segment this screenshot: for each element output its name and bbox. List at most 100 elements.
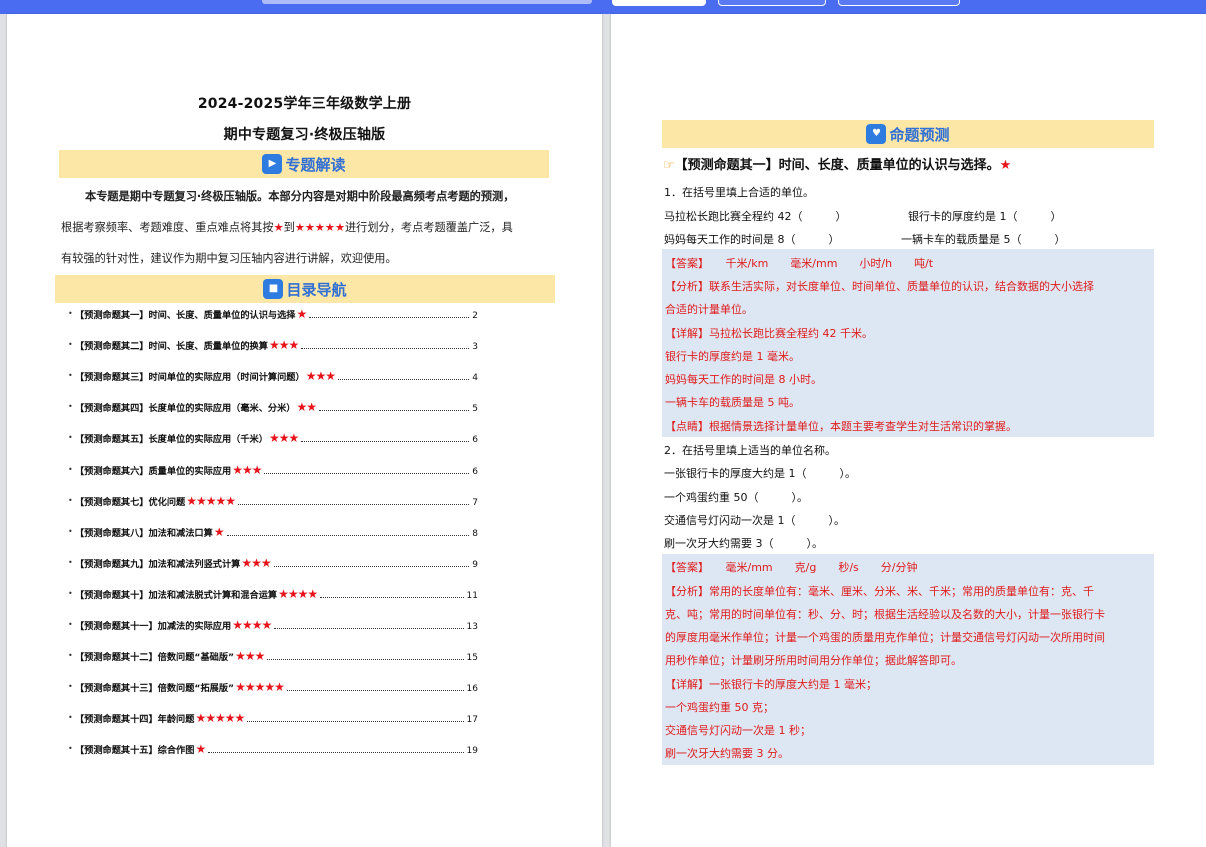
toc-entry[interactable]: • 【预测命题其三】时间单位的实际应用（时间计算问题） ★★★ 4	[68, 369, 478, 384]
toc-entry[interactable]: • 【预测命题其十一】加减法的实际应用 ★★★★ 13	[68, 618, 478, 632]
question-line: 妈妈每天工作的时间是 8（ ）	[664, 233, 840, 246]
banner-nav: ■ 目录导航	[55, 275, 555, 303]
question-line: 一个鸡蛋约重 50（ ）。	[664, 491, 808, 504]
analysis-line: 的厚度用毫米作单位；计量一个鸡蛋的质量用克作单位；计量交通信号灯闪动一次所用时间	[665, 631, 1105, 644]
toc-leader-dots	[264, 472, 470, 474]
bullet-icon: •	[68, 744, 73, 754]
toc-entry-stars: ★★★	[232, 462, 262, 477]
toc-entry-page: 7	[472, 497, 478, 508]
intro-line: 根据考察频率、考题难度、重点难点将其按★到★★★★★进行划分，考点考题覆盖广泛，…	[61, 221, 513, 234]
toc-entry-label: 【预测命题其二】时间、长度、质量单位的换算	[75, 341, 268, 353]
toc-entry-page: 13	[466, 622, 478, 632]
toc-entry-label: 【预测命题其八】加法和减法口算	[75, 527, 213, 539]
toc-entry[interactable]: • 【预测命题其八】加法和减法口算 ★ 8	[68, 524, 478, 539]
play-icon: ▶	[262, 154, 283, 174]
bullet-icon: •	[68, 713, 73, 723]
toc-entry-stars: ★★★★★	[235, 680, 285, 695]
detail-line: 银行卡的厚度约是 1 毫米。	[665, 350, 800, 363]
toc-entry-stars: ★★★	[241, 555, 271, 570]
toc-entry-stars: ★	[213, 524, 225, 539]
toc-entry[interactable]: • 【预测命题其十】加法和减法脱式计算和混合运算 ★★★★ 11	[68, 587, 478, 601]
toc-leader-dots	[226, 534, 470, 536]
toc-leader-dots	[319, 409, 470, 412]
bullet-icon: •	[68, 620, 73, 629]
toc-entry[interactable]: • 【预测命题其九】加法和减法列竖式计算 ★★★ 9	[68, 555, 478, 570]
doc-title: 2024-2025学年三年级数学上册	[197, 96, 412, 112]
toc-entry-page: 11	[466, 590, 478, 601]
question-stem: 2．在括号里填上适当的单位名称。	[664, 444, 836, 457]
question-line: 交通信号灯闪动一次是 1（ ）。	[664, 514, 845, 527]
toc-entry-page: 6	[472, 466, 478, 477]
banner-topic: ▶ 专题解读	[59, 150, 549, 178]
toc-leader-dots	[320, 596, 464, 598]
banner-nav-label: 目录导航	[286, 280, 347, 299]
toc-entry[interactable]: • 【预测命题其六】质量单位的实际应用 ★★★ 6	[68, 462, 478, 477]
toc-entry[interactable]: • 【预测命题其一】时间、长度、质量单位的认识与选择 ★ 2	[68, 307, 478, 321]
toc-entry-page: 5	[472, 404, 478, 415]
question-stem: 1．在括号里填上合适的单位。	[664, 186, 814, 199]
analysis-line: 克、吨；常用的时间单位有：秒、分、时；根据生活经验以及名数的大小，计量一张银行卡	[665, 608, 1105, 621]
banner-prediction: ♥ 命题预测	[662, 120, 1154, 148]
toc-entry-stars: ★★	[296, 400, 317, 415]
toc-leader-dots	[337, 378, 470, 381]
toc-entry[interactable]: • 【预测命题其十三】倍数问题“拓展版” ★★★★★ 16	[68, 680, 478, 695]
toc-entry-page: 4	[472, 373, 478, 384]
toc-entry-label: 【预测命题其九】加法和减法列竖式计算	[75, 558, 241, 570]
toolbar-button-1[interactable]	[612, 0, 706, 6]
answer-line: 【答案】 毫米/mm 克/g 秒/s 分/分钟	[665, 561, 918, 574]
toc-entry-page: 17	[466, 715, 478, 726]
prediction-heading: ☞【预测命题其一】时间、长度、质量单位的认识与选择。★	[663, 154, 1011, 173]
detail-line: 妈妈每天工作的时间是 8 小时。	[665, 373, 822, 386]
toc-leader-dots	[286, 689, 464, 692]
toc-entry-page: 8	[472, 528, 478, 539]
toc-entry-page: 9	[472, 559, 478, 570]
intro-paragraph: 本专题是期中专题复习·终极压轴版。本部分内容是对期中阶段最高频考点考题的预测， …	[61, 181, 551, 274]
toc-entry-label: 【预测命题其十一】加减法的实际应用	[75, 621, 232, 632]
toc-leader-dots	[247, 720, 464, 723]
bullet-icon: •	[68, 526, 73, 536]
toc-entry-page: 19	[466, 746, 478, 757]
toc-leader-dots	[301, 347, 470, 350]
prediction-heading-text: 【预测命题其一】时间、长度、质量单位的认识与选择。	[674, 158, 1000, 173]
toc-entry-label: 【预测命题其十三】倍数问题“拓展版”	[75, 683, 235, 695]
toc-leader-dots	[273, 565, 470, 567]
comment-line: 【点睛】根据情景选择计量单位，本题主要考查学生对生活常识的掌握。	[665, 420, 1017, 433]
toolbar-button-3[interactable]	[838, 0, 960, 6]
toc-leader-dots	[267, 658, 464, 661]
shield-icon: ♥	[866, 124, 887, 144]
question-line: 马拉松长跑比赛全程约 42（ ）	[664, 210, 847, 223]
toolbar-button-2[interactable]	[718, 0, 826, 6]
toc-entry-stars: ★★★★★	[195, 711, 245, 726]
intro-line: 本专题是期中专题复习·终极压轴版。本部分内容是对期中阶段最高频考点考题的预测，	[85, 190, 515, 203]
toc-entry-stars: ★	[195, 742, 206, 757]
toc-entry-label: 【预测命题其十五】综合作图	[75, 745, 195, 757]
toc-entry[interactable]: • 【预测命题其七】优化问题 ★★★★★ 7	[68, 493, 478, 508]
toc-entry[interactable]: • 【预测命题其十五】综合作图 ★ 19	[68, 742, 478, 757]
toc-entry[interactable]: • 【预测命题其十二】倍数问题“基础版” ★★★ 15	[68, 649, 478, 663]
toc-entry-label: 【预测命题其十四】年龄问题	[75, 714, 195, 726]
toc-entry[interactable]: • 【预测命题其五】长度单位的实际应用（千米） ★★★ 6	[68, 431, 478, 445]
detail-line: 一个鸡蛋约重 50 克；	[665, 701, 774, 714]
toc-leader-dots	[274, 627, 464, 629]
toc-entry-stars: ★★★	[305, 369, 336, 384]
toc-entry-label: 【预测命题其四】长度单位的实际应用（毫米、分米）	[75, 403, 296, 415]
bullet-icon: •	[68, 682, 73, 692]
toc-leader-dots	[208, 751, 464, 754]
toc-entry[interactable]: • 【预测命题其十四】年龄问题 ★★★★★ 17	[68, 711, 478, 726]
banner-topic-label: 专题解读	[285, 155, 346, 174]
toc-entry[interactable]: • 【预测命题其二】时间、长度、质量单位的换算 ★★★ 3	[68, 338, 478, 353]
question-line: 刷一次牙大约需要 3（ ）。	[664, 537, 823, 550]
bullet-icon: •	[68, 433, 73, 443]
analysis-line: 用秒作单位；计量刷牙所用时间用分作单位；据此解答即可。	[665, 654, 962, 667]
toc-entry-label: 【预测命题其六】质量单位的实际应用	[75, 465, 232, 477]
answer-block: 【答案】 千米/km 毫米/mm 小时/h 吨/t 【分析】联系生活实际，对长度…	[662, 249, 1154, 437]
question-line: 一辆卡车的载质量是 5（ ）	[901, 233, 1066, 246]
toc-entry-stars: ★★★	[268, 338, 299, 353]
bullet-icon: •	[68, 309, 73, 318]
pointing-hand-icon: ☞	[663, 158, 675, 173]
toc-entry-label: 【预测命题其十】加法和减法脱式计算和混合运算	[75, 589, 278, 601]
detail-line: 【详解】马拉松长跑比赛全程约 42 千米。	[665, 327, 873, 340]
bullet-icon: •	[68, 495, 73, 505]
toc-entry-stars: ★★★★★	[186, 493, 236, 508]
toc-entry[interactable]: • 【预测命题其四】长度单位的实际应用（毫米、分米） ★★ 5	[68, 400, 478, 415]
